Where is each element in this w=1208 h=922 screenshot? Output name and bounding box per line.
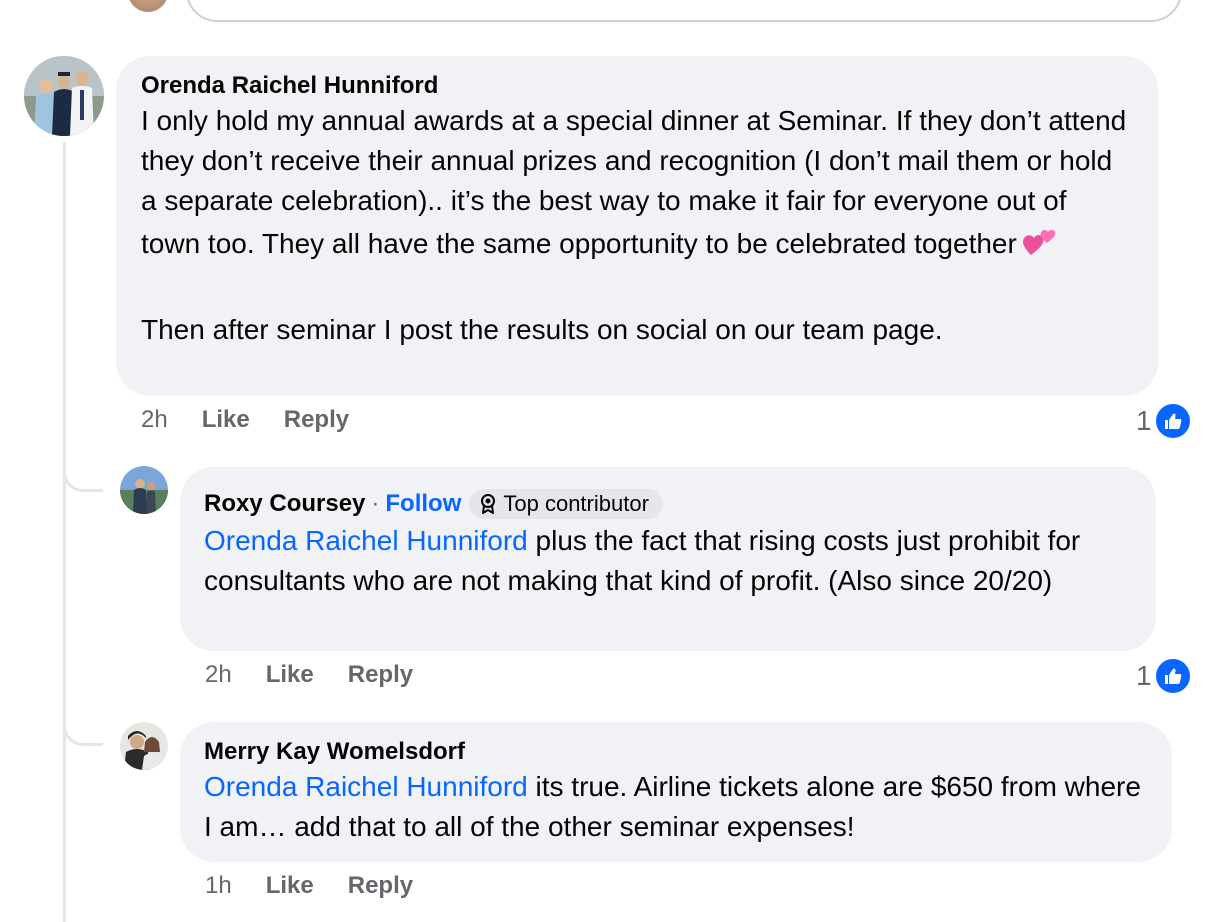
- like-button[interactable]: Like: [266, 872, 314, 900]
- separator: ·: [371, 490, 380, 517]
- like-button[interactable]: Like: [202, 406, 250, 434]
- comment-bubble: Roxy Coursey · Follow Top contributor Or…: [180, 467, 1156, 651]
- mention-link[interactable]: Orenda Raichel Hunniford: [204, 525, 528, 556]
- comment-bubble: Orenda Raichel Hunniford I only hold my …: [116, 56, 1158, 396]
- thumbs-up-icon: [1153, 657, 1192, 695]
- reply-button[interactable]: Reply: [348, 872, 413, 900]
- avatar[interactable]: [120, 722, 168, 770]
- two-hearts-icon: [1021, 221, 1061, 270]
- reaction-count: 1: [1136, 405, 1152, 436]
- comment-actions: 2h Like Reply: [205, 661, 447, 689]
- comment-author[interactable]: Orenda Raichel Hunniford: [141, 74, 1132, 98]
- thumbs-up-icon: [1153, 402, 1192, 440]
- comment-text: Orenda Raichel Hunniford plus the fact t…: [204, 521, 1132, 601]
- award-icon: [479, 494, 497, 514]
- reply-button[interactable]: Reply: [348, 661, 413, 689]
- reply-input[interactable]: [186, 0, 1182, 22]
- like-button[interactable]: Like: [266, 661, 314, 689]
- comment-actions: 1h Like Reply: [205, 872, 447, 900]
- comment-author[interactable]: Roxy Coursey: [204, 492, 365, 516]
- thread-connector: [63, 692, 103, 746]
- comment-text: Orenda Raichel Hunniford its true. Airli…: [204, 767, 1148, 847]
- reaction-summary[interactable]: 1: [1136, 657, 1192, 695]
- comment-author[interactable]: Merry Kay Womelsdorf: [204, 740, 1148, 764]
- comment-time[interactable]: 1h: [205, 872, 232, 900]
- badge-label: Top contributor: [503, 491, 649, 516]
- comment-actions: 2h Like Reply: [141, 406, 383, 434]
- follow-button[interactable]: Follow: [385, 490, 461, 518]
- thread-connector: [63, 438, 103, 492]
- reaction-count: 1: [1136, 660, 1152, 691]
- avatar[interactable]: [24, 56, 104, 136]
- avatar[interactable]: [120, 466, 168, 514]
- avatar[interactable]: [128, 0, 168, 12]
- reply-button[interactable]: Reply: [284, 406, 349, 434]
- mention-link[interactable]: Orenda Raichel Hunniford: [204, 771, 528, 802]
- comment-text: I only hold my annual awards at a specia…: [141, 101, 1132, 350]
- comment-time[interactable]: 2h: [205, 661, 232, 689]
- comment-header: Roxy Coursey · Follow Top contributor: [204, 487, 1132, 521]
- thread-line: [63, 142, 66, 922]
- comment-time[interactable]: 2h: [141, 406, 168, 434]
- comment-bubble: Merry Kay Womelsdorf Orenda Raichel Hunn…: [180, 722, 1172, 862]
- reaction-summary[interactable]: 1: [1136, 402, 1192, 440]
- comment-body: I only hold my annual awards at a specia…: [141, 105, 1135, 259]
- top-contributor-badge[interactable]: Top contributor: [469, 489, 663, 519]
- comment-body-continued: Then after seminar I post the results on…: [141, 314, 943, 345]
